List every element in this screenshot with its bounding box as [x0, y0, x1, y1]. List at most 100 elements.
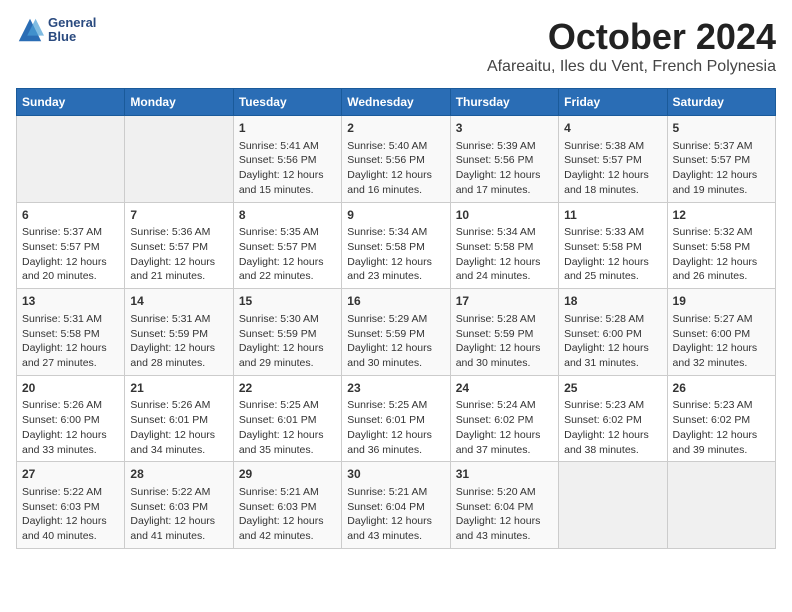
- day-info: Sunrise: 5:24 AM: [456, 398, 553, 413]
- day-cell: 11Sunrise: 5:33 AMSunset: 5:58 PMDayligh…: [559, 202, 667, 289]
- day-info: Daylight: 12 hours and 29 minutes.: [239, 341, 336, 370]
- day-number: 6: [22, 207, 119, 224]
- day-info: Daylight: 12 hours and 16 minutes.: [347, 168, 444, 197]
- day-info: Sunset: 6:01 PM: [130, 413, 227, 428]
- logo-text: General Blue: [48, 16, 96, 45]
- day-info: Sunrise: 5:22 AM: [22, 485, 119, 500]
- day-cell: 29Sunrise: 5:21 AMSunset: 6:03 PMDayligh…: [233, 462, 341, 549]
- day-info: Daylight: 12 hours and 21 minutes.: [130, 255, 227, 284]
- day-info: Daylight: 12 hours and 20 minutes.: [22, 255, 119, 284]
- day-number: 14: [130, 293, 227, 310]
- day-info: Sunset: 6:02 PM: [564, 413, 661, 428]
- logo-icon: [16, 16, 44, 44]
- day-info: Sunrise: 5:31 AM: [22, 312, 119, 327]
- day-number: 16: [347, 293, 444, 310]
- day-info: Sunset: 5:58 PM: [456, 240, 553, 255]
- month-title: October 2024: [487, 16, 776, 58]
- day-info: Sunrise: 5:29 AM: [347, 312, 444, 327]
- title-block: October 2024 Afareaitu, Iles du Vent, Fr…: [487, 16, 776, 76]
- day-info: Sunset: 5:56 PM: [239, 153, 336, 168]
- day-cell: [125, 116, 233, 203]
- day-cell: 14Sunrise: 5:31 AMSunset: 5:59 PMDayligh…: [125, 289, 233, 376]
- page-header: General Blue October 2024 Afareaitu, Ile…: [16, 16, 776, 76]
- day-number: 20: [22, 380, 119, 397]
- day-cell: 3Sunrise: 5:39 AMSunset: 5:56 PMDaylight…: [450, 116, 558, 203]
- day-info: Daylight: 12 hours and 34 minutes.: [130, 428, 227, 457]
- day-info: Sunset: 6:03 PM: [239, 500, 336, 515]
- day-info: Daylight: 12 hours and 23 minutes.: [347, 255, 444, 284]
- day-info: Daylight: 12 hours and 37 minutes.: [456, 428, 553, 457]
- day-info: Sunset: 5:57 PM: [564, 153, 661, 168]
- day-cell: 21Sunrise: 5:26 AMSunset: 6:01 PMDayligh…: [125, 375, 233, 462]
- day-cell: 4Sunrise: 5:38 AMSunset: 5:57 PMDaylight…: [559, 116, 667, 203]
- day-info: Daylight: 12 hours and 40 minutes.: [22, 514, 119, 543]
- day-info: Sunrise: 5:21 AM: [239, 485, 336, 500]
- day-number: 11: [564, 207, 661, 224]
- header-cell-saturday: Saturday: [667, 89, 775, 116]
- day-info: Sunrise: 5:20 AM: [456, 485, 553, 500]
- day-cell: 27 Sunrise: 5:22 AMSunset: 6:03 PMDayligh…: [17, 462, 125, 549]
- day-info: Sunrise: 5:34 AM: [456, 225, 553, 240]
- calendar-table: SundayMondayTuesdayWednesdayThursdayFrid…: [16, 88, 776, 549]
- calendar-header: SundayMondayTuesdayWednesdayThursdayFrid…: [17, 89, 776, 116]
- day-number: 31: [456, 466, 553, 483]
- day-info: Sunset: 5:58 PM: [22, 327, 119, 342]
- day-number: 8: [239, 207, 336, 224]
- day-number: 9: [347, 207, 444, 224]
- day-cell: 15Sunrise: 5:30 AMSunset: 5:59 PMDayligh…: [233, 289, 341, 376]
- day-info: Sunrise: 5:37 AM: [673, 139, 770, 154]
- day-info: Sunset: 6:03 PM: [22, 500, 119, 515]
- day-cell: 9Sunrise: 5:34 AMSunset: 5:58 PMDaylight…: [342, 202, 450, 289]
- day-info: Sunset: 5:57 PM: [130, 240, 227, 255]
- day-info: Sunset: 5:58 PM: [347, 240, 444, 255]
- day-number: 15: [239, 293, 336, 310]
- day-info: Sunset: 6:00 PM: [564, 327, 661, 342]
- day-cell: 28Sunrise: 5:22 AMSunset: 6:03 PMDayligh…: [125, 462, 233, 549]
- day-number: 24: [456, 380, 553, 397]
- day-cell: 30Sunrise: 5:21 AMSunset: 6:04 PMDayligh…: [342, 462, 450, 549]
- day-cell: 16Sunrise: 5:29 AMSunset: 5:59 PMDayligh…: [342, 289, 450, 376]
- day-info: Sunset: 6:00 PM: [673, 327, 770, 342]
- day-cell: 26Sunrise: 5:23 AMSunset: 6:02 PMDayligh…: [667, 375, 775, 462]
- day-cell: 31Sunrise: 5:20 AMSunset: 6:04 PMDayligh…: [450, 462, 558, 549]
- day-cell: 10Sunrise: 5:34 AMSunset: 5:58 PMDayligh…: [450, 202, 558, 289]
- day-cell: 2Sunrise: 5:40 AMSunset: 5:56 PMDaylight…: [342, 116, 450, 203]
- day-info: Daylight: 12 hours and 38 minutes.: [564, 428, 661, 457]
- day-number: 12: [673, 207, 770, 224]
- day-cell: 20Sunrise: 5:26 AMSunset: 6:00 PMDayligh…: [17, 375, 125, 462]
- day-info: Daylight: 12 hours and 26 minutes.: [673, 255, 770, 284]
- day-cell: 8Sunrise: 5:35 AMSunset: 5:57 PMDaylight…: [233, 202, 341, 289]
- day-info: Daylight: 12 hours and 43 minutes.: [347, 514, 444, 543]
- day-info: Sunrise: 5:32 AM: [673, 225, 770, 240]
- day-cell: 23Sunrise: 5:25 AMSunset: 6:01 PMDayligh…: [342, 375, 450, 462]
- day-info: Sunset: 5:57 PM: [239, 240, 336, 255]
- day-info: Daylight: 12 hours and 41 minutes.: [130, 514, 227, 543]
- day-info: Daylight: 12 hours and 43 minutes.: [456, 514, 553, 543]
- day-info: Sunrise: 5:22 AM: [130, 485, 227, 500]
- header-cell-sunday: Sunday: [17, 89, 125, 116]
- day-info: Sunrise: 5:25 AM: [347, 398, 444, 413]
- day-info: Sunrise: 5:23 AM: [673, 398, 770, 413]
- day-info: Sunset: 6:01 PM: [347, 413, 444, 428]
- day-info: Daylight: 12 hours and 25 minutes.: [564, 255, 661, 284]
- day-number: 19: [673, 293, 770, 310]
- day-number: 26: [673, 380, 770, 397]
- day-info: Sunrise: 5:36 AM: [130, 225, 227, 240]
- day-info: Daylight: 12 hours and 35 minutes.: [239, 428, 336, 457]
- day-number: 3: [456, 120, 553, 137]
- day-info: Sunset: 5:58 PM: [673, 240, 770, 255]
- day-info: Sunset: 5:59 PM: [456, 327, 553, 342]
- day-info: Daylight: 12 hours and 32 minutes.: [673, 341, 770, 370]
- day-info: Sunrise: 5:26 AM: [130, 398, 227, 413]
- day-info: Sunrise: 5:21 AM: [347, 485, 444, 500]
- week-row-2: 13Sunrise: 5:31 AMSunset: 5:58 PMDayligh…: [17, 289, 776, 376]
- day-cell: 12Sunrise: 5:32 AMSunset: 5:58 PMDayligh…: [667, 202, 775, 289]
- day-number: 25: [564, 380, 661, 397]
- day-number: 28: [130, 466, 227, 483]
- day-number: 27: [22, 466, 119, 483]
- day-info: Sunrise: 5:26 AM: [22, 398, 119, 413]
- day-info: Sunrise: 5:34 AM: [347, 225, 444, 240]
- day-info: Sunset: 6:04 PM: [347, 500, 444, 515]
- day-info: Daylight: 12 hours and 28 minutes.: [130, 341, 227, 370]
- day-cell: 7Sunrise: 5:36 AMSunset: 5:57 PMDaylight…: [125, 202, 233, 289]
